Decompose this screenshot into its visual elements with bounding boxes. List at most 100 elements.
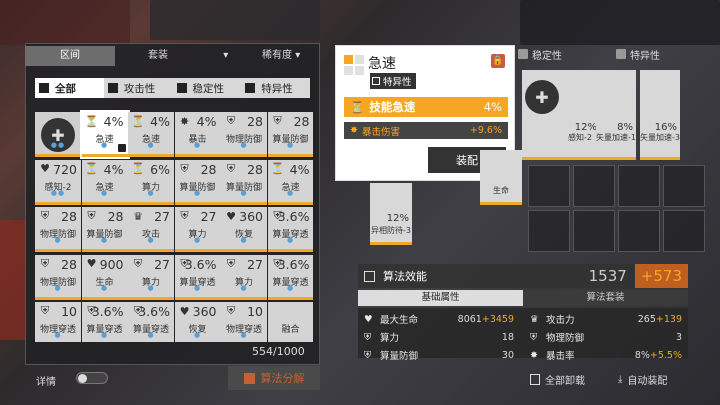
inventory-chip[interactable]: ⛨ 28 物理防御 ● xyxy=(35,207,81,252)
inventory-chip[interactable]: ⛨ 27 算力 ● xyxy=(128,254,174,300)
chip-value: 4% xyxy=(150,114,170,129)
inventory-chip[interactable]: ⛨ 28 算量防御 ● xyxy=(174,159,221,205)
stat-value: 265+139 xyxy=(638,314,682,325)
special-header-label: 特异性 xyxy=(630,50,660,62)
stat-type-icon: ♥ xyxy=(226,209,236,223)
chip-value: 28 xyxy=(107,209,124,224)
empty-slot[interactable] xyxy=(618,210,660,252)
inventory-chip[interactable]: ♥ 360 恢复 ● xyxy=(174,302,221,342)
filter-stability[interactable]: 稳定性 xyxy=(173,78,242,98)
stat-type-icon: ⛨ xyxy=(87,209,96,222)
inventory-chip[interactable]: ⛨ 28 物理防御 ● xyxy=(35,254,81,300)
tab-algorithm-set[interactable]: 算法套装 xyxy=(523,290,688,306)
filter-all[interactable]: 全部 xyxy=(35,78,104,98)
detail-toggle[interactable] xyxy=(76,372,108,384)
inventory-chip[interactable]: ⛨ 10 物理穿透 ● xyxy=(221,302,267,342)
stat-type-icon: ✸ xyxy=(179,114,190,128)
filter-special[interactable]: 特异性 xyxy=(241,78,310,98)
shield-icon: ⛨ xyxy=(364,349,372,361)
inventory-chip[interactable]: ✚ ●● xyxy=(35,112,81,157)
attack-type-icon xyxy=(107,83,118,93)
unload-all-button[interactable]: 全部卸载 xyxy=(530,370,585,388)
stat-base: 8% xyxy=(634,349,650,361)
inventory-chip[interactable]: ⛨ 3.6% 算量穿透 ● xyxy=(128,302,174,342)
inventory-chip[interactable]: ⏳ 4% 急速 ● xyxy=(81,159,128,205)
rank-dots: ● xyxy=(240,236,248,244)
rank-dots: ● xyxy=(193,331,202,339)
shield-icon: ⛨ xyxy=(364,331,372,343)
equipped-chip[interactable]: 12% 感知-2 xyxy=(560,70,600,160)
chip-value: 3.6% xyxy=(91,304,124,319)
chip-value: 3.6% xyxy=(138,304,170,319)
inventory-chip[interactable]: ⛨ 3.6% 算量穿透 ● xyxy=(267,254,313,300)
stat-base: 8061 xyxy=(457,313,482,325)
inventory-chip[interactable]: ⛨ 28 算量防御 ● xyxy=(221,159,267,205)
chip-value: 10 xyxy=(61,304,77,319)
equipped-chip[interactable]: 16% 矢量加速-3 xyxy=(640,70,680,160)
inventory-chip[interactable]: ⛨ 28 算量防御 ● xyxy=(81,207,128,252)
inventory-chip[interactable]: ⏳ 4% 急速 ● xyxy=(267,159,313,205)
inventory-chip[interactable]: ♥ 900 生命 ● xyxy=(81,254,128,300)
inventory-chip[interactable]: ⛨ 3.6% 算量穿透 ● xyxy=(81,302,128,342)
chip-value: 360 xyxy=(239,209,263,224)
stat-row: ✸ 暴击率 8%+5.5% xyxy=(530,348,682,363)
empty-slot[interactable] xyxy=(618,165,660,207)
detail-label: 详情 xyxy=(36,377,56,388)
stat-type-icon: ⛨ xyxy=(226,304,236,317)
empty-slot[interactable] xyxy=(573,210,615,252)
lock-icon[interactable]: 🔒 xyxy=(491,54,505,68)
inventory-chip[interactable]: ✸ 4% 暴击 ● xyxy=(174,112,221,157)
equipped-chip[interactable]: 生命 xyxy=(480,150,522,205)
tab-basic-attributes[interactable]: 基础属性 xyxy=(358,290,523,306)
inventory-chip[interactable]: ⛨ 27 算力 ● xyxy=(221,254,267,300)
filter-attack[interactable]: 攻击性 xyxy=(104,78,173,98)
power-bar: 算法效能 1537 +573 xyxy=(358,264,688,288)
inventory-chip[interactable]: ⛨ 28 物理防御 ● xyxy=(221,112,267,157)
inventory-chip[interactable]: ⛨ 28 算量防御 ● xyxy=(267,112,313,157)
power-value: 1537 xyxy=(588,267,627,285)
empty-slot[interactable] xyxy=(573,165,615,207)
empty-slot[interactable] xyxy=(663,210,705,252)
rarity-dropdown[interactable]: 稀有度 ▾ xyxy=(262,46,300,66)
inventory-chip[interactable]: ⛨ 3.6% 算量穿透 ● xyxy=(174,254,221,300)
rank-dots: ● xyxy=(286,188,295,197)
hex-emblem-icon: ✚ xyxy=(525,80,559,114)
inventory-chip[interactable]: ♥ 720 感知-2 ●● xyxy=(35,159,81,205)
set-dropdown[interactable]: 套装 ▾ xyxy=(148,46,228,66)
rank-dots: ● xyxy=(100,188,109,197)
auto-equip-button[interactable]: ⤓ 自动装配 xyxy=(618,370,667,388)
inventory-chip[interactable]: 融合 xyxy=(267,302,313,342)
inventory-chip[interactable]: ⏳ 4% 急速 ● xyxy=(128,112,174,157)
popup-title: 急速 xyxy=(368,56,396,72)
inventory-chip[interactable]: ⛨ 10 物理穿透 ● xyxy=(35,302,81,342)
crit-icon: ✸ xyxy=(530,349,538,361)
tab-region[interactable]: 区间 xyxy=(25,46,115,66)
empty-slot[interactable] xyxy=(663,165,705,207)
inventory-chip[interactable]: ♛ 27 攻击 ● xyxy=(128,207,174,252)
inventory-chip[interactable]: ⏳ 4% 急速 ● xyxy=(79,110,130,159)
inventory-chip[interactable]: ♥ 360 恢复 ● xyxy=(221,207,267,252)
sub-stat-name: 暴击伤害 xyxy=(361,126,400,138)
crown-icon: ♛ xyxy=(530,313,539,325)
chip-value: 4% xyxy=(196,114,217,129)
inventory-chip[interactable]: ⛨ 27 算力 ● xyxy=(174,207,221,252)
equipped-chip[interactable]: 12% 异相防待-3 xyxy=(370,183,412,245)
empty-slot[interactable] xyxy=(528,165,570,207)
rank-dots: ● xyxy=(54,283,62,292)
chip-value: 3.6% xyxy=(277,256,310,272)
rank-dots: ● xyxy=(100,236,109,244)
chip-name: 矢量加速-1 xyxy=(596,133,636,142)
inventory-chip[interactable]: ⏳ 6% 算力 ● xyxy=(128,159,174,205)
empty-slot[interactable] xyxy=(528,210,570,252)
chip-value: 4% xyxy=(289,161,310,177)
stat-key: 物理防御 xyxy=(546,333,585,344)
stat-type-icon: ♥ xyxy=(40,162,50,175)
stat-type-icon: ⛨ xyxy=(40,209,50,222)
rank-dots: ● xyxy=(147,236,155,244)
decompose-button[interactable]: 算法分解 xyxy=(228,366,320,390)
inventory-chip[interactable]: ⛨ 3.6% 算量穿透 ● xyxy=(267,207,313,252)
equipped-chip[interactable]: ✚ xyxy=(522,70,562,160)
stability-type-icon xyxy=(176,83,187,93)
equipped-chip[interactable]: 8% 矢量加速-1 xyxy=(596,70,636,160)
chip-value: 10 xyxy=(247,304,263,319)
